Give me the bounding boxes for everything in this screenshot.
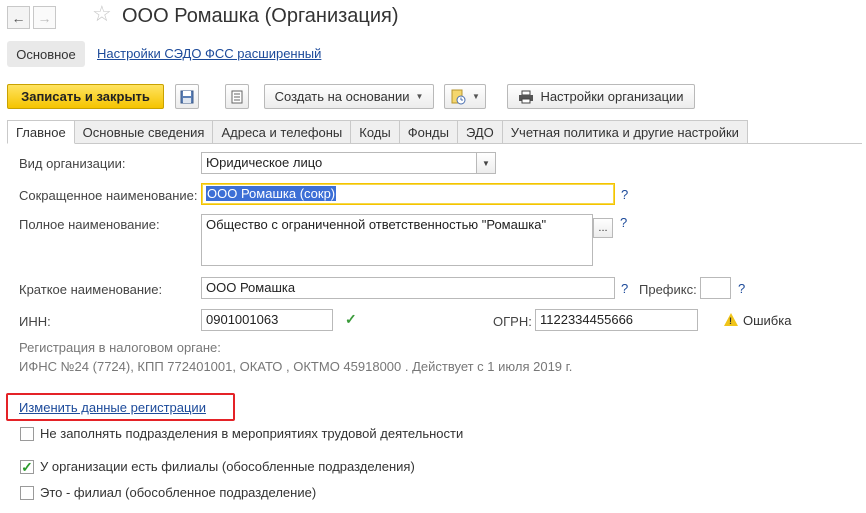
brief-name-help-icon[interactable]: ? [621,281,628,296]
tax-reg-label: Регистрация в налоговом органе: [19,340,221,355]
chevron-down-icon: ▼ [482,158,490,168]
short-name-value: ООО Ромашка (сокр) [206,186,337,201]
short-name-help-icon[interactable]: ? [621,187,628,202]
tab-basic-info[interactable]: Основные сведения [74,120,214,144]
org-settings-button[interactable]: Настройки организации [507,84,695,109]
inn-label: ИНН: [19,314,51,329]
brief-name-label: Краткое наименование: [19,282,163,297]
back-button[interactable]: ← [7,6,30,29]
chevron-down-icon: ▼ [415,92,424,101]
checkmark-icon: ✓ [21,459,33,475]
printer-icon [519,90,534,103]
tab-bar: Главное Основные сведения Адреса и телеф… [7,120,748,144]
section-sedo-settings-link[interactable]: Настройки СЭДО ФСС расширенный [97,46,321,61]
document-list-icon [231,90,243,103]
save-close-button[interactable]: Записать и закрыть [7,84,164,109]
ogrn-input[interactable]: 1122334455666 [535,309,698,331]
ogrn-error-text: Ошибка [743,313,792,328]
checkmark-icon: ✓ [345,311,357,327]
tab-accounting-policy[interactable]: Учетная политика и другие настройки [502,120,748,144]
inn-input[interactable]: 0901001063 [201,309,333,331]
tab-funds[interactable]: Фонды [399,120,458,144]
full-name-textarea[interactable]: Общество с ограниченной ответственностью… [201,214,593,266]
print-forms-button[interactable]: ▼ [444,84,486,109]
is-branch-label: Это - филиал (обособленное подразделение… [40,485,317,500]
create-based-label: Создать на основании [274,89,410,104]
org-settings-label: Настройки организации [540,89,684,104]
full-name-open-button[interactable]: ... [593,218,613,238]
tab-codes[interactable]: Коды [351,120,400,144]
page-title: ООО Ромашка (Организация) [122,5,399,27]
org-type-dropdown-button[interactable]: ▼ [476,152,496,174]
prefix-input[interactable] [700,277,731,299]
org-type-label: Вид организации: [19,156,126,171]
report-button[interactable] [225,84,249,109]
warning-mark-icon: ! [729,316,732,326]
tab-addresses-phones[interactable]: Адреса и телефоны [213,120,352,144]
is-branch-checkbox[interactable] [20,486,34,500]
short-name-input[interactable]: ООО Ромашка (сокр) [201,183,615,205]
save-button[interactable] [175,84,199,109]
full-name-label: Полное наименование: [19,217,160,232]
forward-button[interactable]: → [33,6,56,29]
has-branches-label: У организации есть филиалы (обособленные… [40,459,415,474]
prefix-label: Префикс: [639,282,697,297]
star-icon[interactable]: ☆ [92,3,112,25]
arrow-right-icon: → [37,9,52,26]
prefix-help-icon[interactable]: ? [738,281,745,296]
full-name-help-icon[interactable]: ? [620,215,627,230]
short-name-label: Сокращенное наименование: [19,188,198,203]
has-branches-checkbox[interactable]: ✓ [20,460,34,474]
arrow-left-icon: ← [11,9,26,26]
org-type-select[interactable]: Юридическое лицо [201,152,477,174]
tab-edo[interactable]: ЭДО [457,120,503,144]
document-clock-icon [451,89,466,104]
chevron-down-icon: ▼ [472,92,480,101]
create-based-on-button[interactable]: Создать на основании ▼ [264,84,434,109]
change-registration-link[interactable]: Изменить данные регистрации [19,400,206,415]
no-fill-departments-label: Не заполнять подразделения в мероприятия… [40,426,464,441]
ogrn-label: ОГРН: [493,314,532,329]
tax-reg-value: ИФНС №24 (7724), КПП 772401001, ОКАТО , … [19,359,573,374]
section-main[interactable]: Основное [7,41,85,67]
tab-main[interactable]: Главное [7,120,75,144]
no-fill-departments-checkbox[interactable] [20,427,34,441]
floppy-icon [180,90,194,103]
brief-name-input[interactable]: ООО Ромашка [201,277,615,299]
